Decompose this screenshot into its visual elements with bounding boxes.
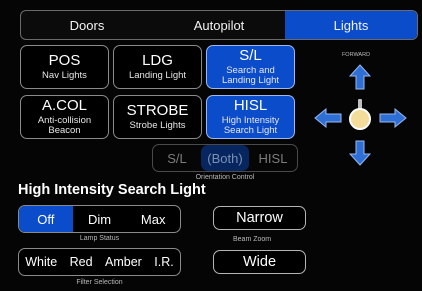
arrow-left-icon[interactable] [314, 108, 342, 128]
filter-red[interactable]: Red [70, 255, 93, 269]
ldg-subtitle: Landing Light [128, 69, 187, 81]
beam-zoom-caption: Beam Zoom [233, 236, 272, 243]
top-tabs: Doors Autopilot Lights [20, 10, 418, 40]
tab-lights[interactable]: Lights [285, 11, 417, 39]
sl-light-button[interactable]: S/L Search and Landing Light [206, 45, 295, 89]
section-title: High Intensity Search Light [18, 182, 206, 198]
narrow-button[interactable]: Narrow [213, 206, 306, 230]
forward-label: FORWARD [341, 52, 371, 58]
pos-subtitle: Nav Lights [42, 69, 87, 81]
joystick-knob[interactable] [349, 108, 371, 130]
filter-amber[interactable]: Amber [105, 255, 142, 269]
orientation-caption: Orientation Control [195, 174, 255, 181]
orientation-both[interactable]: (Both) [201, 145, 249, 171]
filter-selection-caption: Filter Selection [76, 279, 123, 286]
orientation-control: S/L (Both) HISL [152, 144, 298, 172]
sl-title: S/L [239, 47, 262, 65]
lights-panel: Doors Autopilot Lights POS Nav Lights LD… [0, 0, 422, 291]
pos-light-button[interactable]: POS Nav Lights [20, 45, 109, 89]
arrow-right-icon[interactable] [379, 108, 407, 128]
lamp-status-caption: Lamp Status [79, 235, 120, 242]
filter-selection-control: White Red Amber I.R. [18, 248, 181, 276]
strobe-subtitle: Strobe Lights [129, 119, 186, 131]
orientation-sl[interactable]: S/L [153, 151, 201, 166]
ldg-title: LDG [142, 52, 173, 70]
lamp-off[interactable]: Off [19, 206, 73, 232]
hisl-title: HISL [233, 97, 268, 115]
wide-button[interactable]: Wide [213, 250, 306, 274]
filter-white[interactable]: White [25, 255, 57, 269]
sl-subtitle: Search and Landing Light [221, 64, 280, 86]
acol-title: A.COL [41, 97, 87, 115]
lamp-max[interactable]: Max [126, 206, 180, 232]
acol-subtitle: Anti-collision Beacon [37, 114, 92, 136]
lamp-dim[interactable]: Dim [73, 206, 127, 232]
arrow-down-icon[interactable] [349, 140, 371, 166]
arrow-up-icon[interactable] [349, 64, 371, 90]
ldg-light-button[interactable]: LDG Landing Light [113, 45, 202, 89]
pos-title: POS [48, 52, 81, 70]
strobe-title: STROBE [126, 102, 189, 120]
filter-ir[interactable]: I.R. [154, 255, 173, 269]
hisl-light-button[interactable]: HISL High Intensity Search Light [206, 95, 295, 139]
hisl-subtitle: High Intensity Search Light [221, 114, 280, 136]
strobe-light-button[interactable]: STROBE Strobe Lights [113, 95, 202, 139]
tab-doors[interactable]: Doors [21, 11, 153, 39]
lamp-status-control: Off Dim Max [18, 205, 181, 233]
acol-light-button[interactable]: A.COL Anti-collision Beacon [20, 95, 109, 139]
orientation-hisl[interactable]: HISL [249, 151, 297, 166]
tab-autopilot[interactable]: Autopilot [153, 11, 285, 39]
